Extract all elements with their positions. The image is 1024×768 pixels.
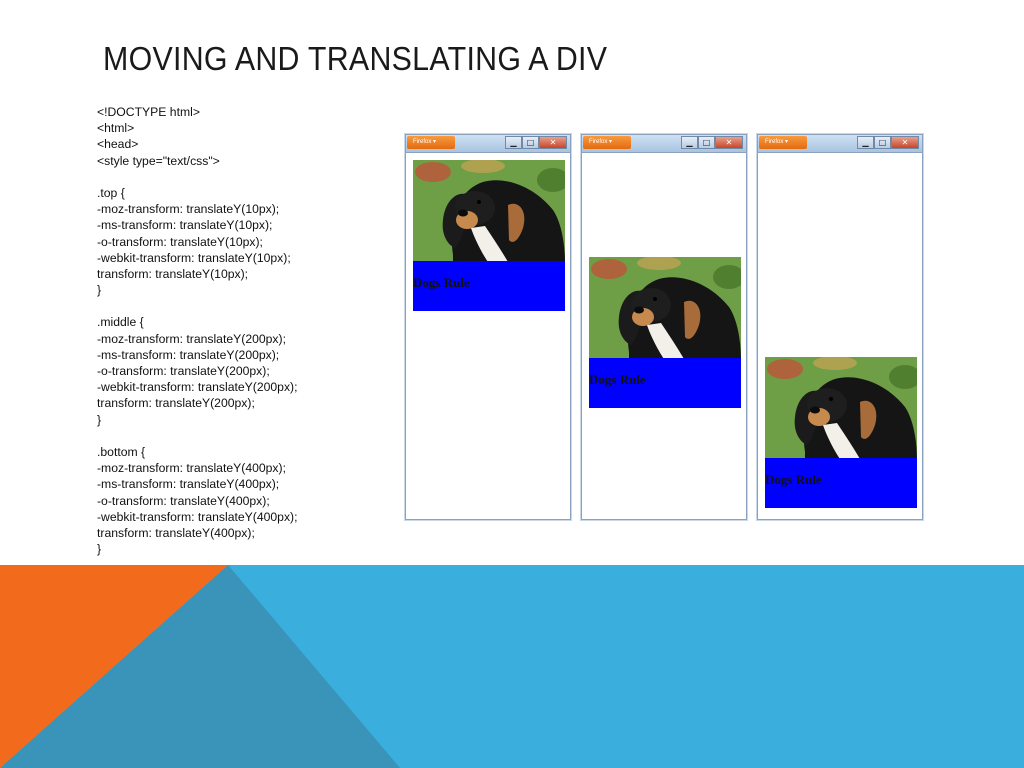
code-line: transform: translateY(400px); bbox=[97, 525, 255, 540]
window-titlebar[interactable]: Firefox ▾ ▁ □ ✕ bbox=[582, 135, 746, 153]
code-line: -o-transform: translateY(10px); bbox=[97, 234, 263, 249]
browser-viewport: Dogs Rule bbox=[762, 153, 918, 515]
caption-text: Dogs Rule bbox=[589, 372, 646, 387]
minimize-icon[interactable]: ▁ bbox=[681, 136, 698, 149]
code-line: .middle { bbox=[97, 315, 144, 330]
caption-box: Dogs Rule bbox=[765, 458, 917, 508]
code-line: -ms-transform: translateY(400px); bbox=[97, 477, 280, 492]
code-line: transform: translateY(200px); bbox=[97, 396, 255, 411]
maximize-icon[interactable]: □ bbox=[874, 136, 891, 149]
firefox-menu-button[interactable]: Firefox ▾ bbox=[583, 136, 631, 149]
code-line: -webkit-transform: translateY(10px); bbox=[97, 250, 291, 265]
translated-div: Dogs Rule bbox=[589, 257, 741, 409]
code-line: <style type="text/css"> bbox=[97, 153, 220, 168]
window-controls: ▁ □ ✕ bbox=[681, 136, 743, 149]
browser-window-middle: Firefox ▾ ▁ □ ✕ Dogs Rule bbox=[581, 134, 747, 520]
code-line: transform: translateY(10px); bbox=[97, 266, 249, 281]
caption-text: Dogs Rule bbox=[765, 472, 822, 487]
window-controls: ▁ □ ✕ bbox=[505, 136, 567, 149]
decorative-footer-band bbox=[0, 565, 1024, 768]
code-line: .bottom { bbox=[97, 444, 146, 459]
code-line: <head> bbox=[97, 137, 139, 152]
window-titlebar[interactable]: Firefox ▾ ▁ □ ✕ bbox=[406, 135, 570, 153]
caption-box: Dogs Rule bbox=[413, 261, 565, 311]
translated-div: Dogs Rule bbox=[765, 357, 917, 509]
translated-div: Dogs Rule bbox=[413, 160, 565, 312]
browser-window-bottom: Firefox ▾ ▁ □ ✕ Dogs Rule bbox=[757, 134, 923, 520]
dog-photo bbox=[413, 160, 565, 262]
firefox-menu-button[interactable]: Firefox ▾ bbox=[759, 136, 807, 149]
code-line: -o-transform: translateY(200px); bbox=[97, 364, 270, 378]
code-line: -ms-transform: translateY(10px); bbox=[97, 218, 273, 233]
maximize-icon[interactable]: □ bbox=[522, 136, 539, 149]
close-icon[interactable]: ✕ bbox=[715, 136, 743, 149]
code-listing: <!DOCTYPE html> <html> <head> <style typ… bbox=[97, 104, 397, 557]
slide-title: MOVING AND TRANSLATING A DIV bbox=[103, 40, 608, 77]
dog-photo bbox=[765, 357, 917, 459]
browser-viewport: Dogs Rule bbox=[410, 153, 566, 515]
code-line: -moz-transform: translateY(400px); bbox=[97, 461, 286, 476]
code-line: .top { bbox=[97, 185, 125, 200]
code-line: -moz-transform: translateY(200px); bbox=[97, 331, 286, 346]
code-line: -webkit-transform: translateY(200px); bbox=[97, 380, 298, 395]
firefox-menu-button[interactable]: Firefox ▾ bbox=[407, 136, 455, 149]
code-line: -o-transform: translateY(400px); bbox=[97, 493, 270, 508]
code-line: -webkit-transform: translateY(400px); bbox=[97, 509, 298, 524]
window-titlebar[interactable]: Firefox ▾ ▁ □ ✕ bbox=[758, 135, 922, 153]
close-icon[interactable]: ✕ bbox=[539, 136, 567, 149]
window-controls: ▁ □ ✕ bbox=[857, 136, 919, 149]
code-line: -moz-transform: translateY(10px); bbox=[97, 202, 280, 217]
close-icon[interactable]: ✕ bbox=[891, 136, 919, 149]
code-line: } bbox=[97, 412, 102, 427]
minimize-icon[interactable]: ▁ bbox=[857, 136, 874, 149]
browser-viewport: Dogs Rule bbox=[586, 153, 742, 515]
caption-box: Dogs Rule bbox=[589, 358, 741, 408]
dog-photo bbox=[589, 257, 741, 359]
browser-window-top: Firefox ▾ ▁ □ ✕ Dogs Rule bbox=[405, 134, 571, 520]
code-line: <!DOCTYPE html> bbox=[97, 105, 200, 119]
caption-text: Dogs Rule bbox=[413, 275, 470, 290]
code-line: -ms-transform: translateY(200px); bbox=[97, 347, 280, 362]
code-line: <html> bbox=[97, 121, 135, 136]
maximize-icon[interactable]: □ bbox=[698, 136, 715, 149]
minimize-icon[interactable]: ▁ bbox=[505, 136, 522, 149]
code-line: } bbox=[97, 283, 102, 298]
code-line: } bbox=[97, 542, 102, 557]
